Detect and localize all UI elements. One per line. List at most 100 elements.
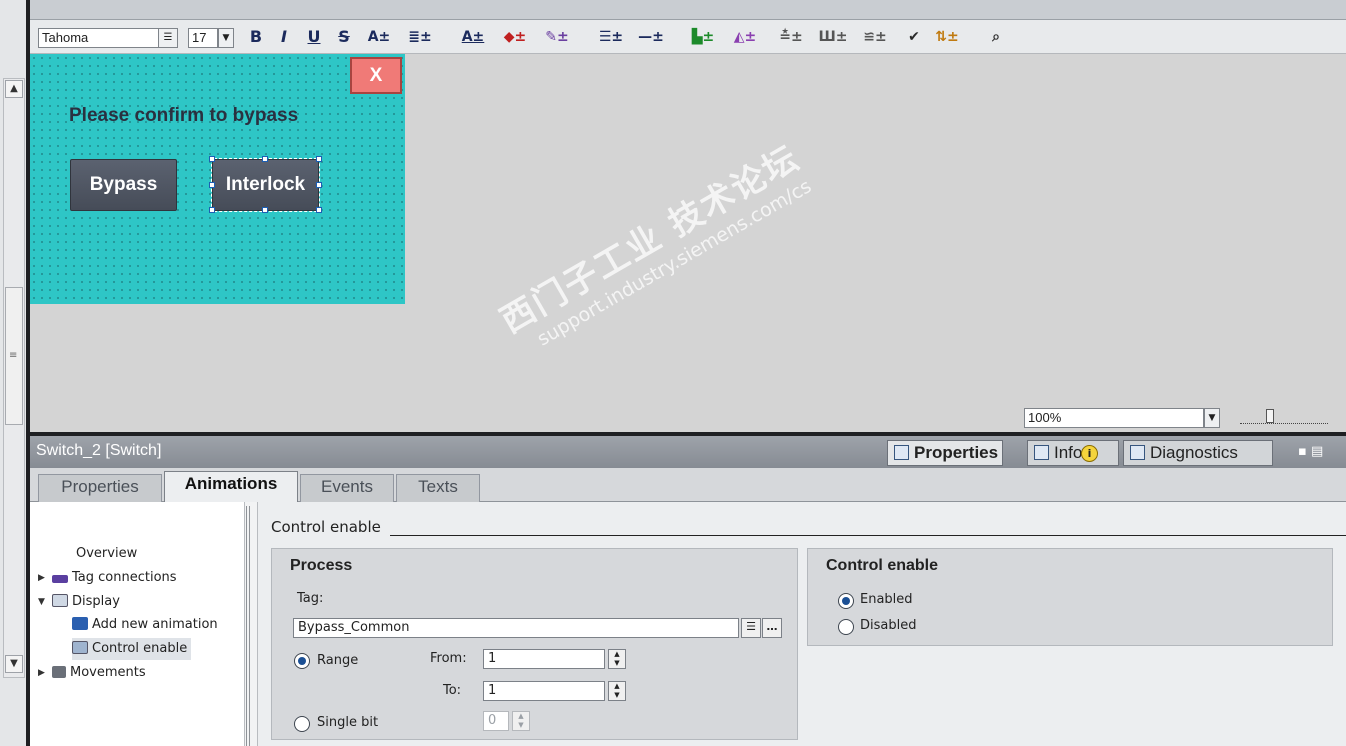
format-toolbar: Tahoma ☰ 17 ▼ B I U S A± ≣± A± ◆± ✎± ☰± …	[30, 20, 1346, 54]
tag-list-icon[interactable]: ☰	[741, 618, 761, 638]
tab-properties-main[interactable]: Properties	[887, 440, 1003, 466]
tree-item-control-enable[interactable]: Control enable	[72, 638, 192, 660]
underline-button[interactable]: U	[306, 25, 322, 49]
expand-arrow-icon[interactable]: ▶	[38, 573, 45, 583]
selection-handle[interactable]	[209, 182, 215, 188]
italic-button[interactable]: I	[276, 25, 292, 49]
inspector-content: Overview ▶ Tag connections ▼ Display Add…	[30, 502, 1346, 746]
to-input[interactable]: 1	[483, 681, 605, 701]
interlock-button[interactable]: Interlock	[211, 158, 320, 212]
add-animation-icon	[72, 617, 88, 630]
process-panel: Process Tag: Bypass_Common ☰ … Range Fro…	[271, 548, 798, 740]
selection-handle[interactable]	[316, 182, 322, 188]
chevron-down-icon[interactable]: ▼	[218, 28, 234, 48]
zoom-select[interactable]: 100%	[1024, 408, 1204, 428]
chevron-down-icon[interactable]: ▼	[1204, 408, 1220, 428]
control-enable-icon	[72, 641, 88, 654]
zoom-slider[interactable]	[1240, 414, 1328, 424]
same-size-icon[interactable]: ≌±	[858, 25, 892, 49]
tag-connection-icon	[52, 575, 68, 583]
rotate-icon[interactable]: ◭±	[728, 25, 762, 49]
selection-handle[interactable]	[209, 207, 215, 213]
zoom-icon[interactable]: ⌕	[986, 25, 1006, 49]
splitter-line	[246, 506, 250, 746]
font-color-icon[interactable]: A±	[456, 25, 490, 49]
to-spinner-icon[interactable]: ▲ ▼	[608, 681, 626, 701]
scroll-down-icon[interactable]: ▼	[5, 655, 23, 673]
layers-icon[interactable]: ⇅±	[930, 25, 964, 49]
tag-browse-button[interactable]: …	[762, 618, 782, 638]
tab-diagnostics[interactable]: Diagnostics	[1123, 440, 1273, 466]
grip-icon: ≡	[9, 350, 18, 361]
bold-button[interactable]: B	[248, 25, 264, 49]
window-controls-icon[interactable]: ▪ ▤	[1298, 444, 1323, 459]
tree-item-tag-connections[interactable]: Tag connections	[52, 567, 177, 589]
info-icon	[1034, 445, 1049, 460]
section-rule	[390, 535, 1346, 536]
range-label: Range	[317, 653, 359, 668]
selection-handle[interactable]	[262, 207, 268, 213]
display-icon	[52, 594, 68, 607]
tab-animations[interactable]: Animations	[164, 471, 298, 503]
from-input[interactable]: 1	[483, 649, 605, 669]
distribute-icon[interactable]: Ш±	[816, 25, 850, 49]
bypass-button[interactable]: Bypass	[70, 159, 177, 211]
selection-handle[interactable]	[209, 156, 215, 162]
font-list-icon[interactable]: ☰	[158, 28, 178, 48]
format-painter-icon[interactable]: ✔	[904, 25, 924, 49]
collapse-arrow-icon[interactable]: ▼	[38, 597, 45, 607]
single-bit-radio[interactable]	[294, 716, 310, 732]
fill-color-icon[interactable]: ◆±	[498, 25, 532, 49]
font-size-select[interactable]: 17	[188, 28, 218, 48]
line-width-icon[interactable]: ☰±	[594, 25, 628, 49]
close-button[interactable]: X	[350, 57, 402, 94]
expand-arrow-icon[interactable]: ▶	[38, 668, 45, 678]
line-color-icon[interactable]: ✎±	[540, 25, 574, 49]
inspector-subtabs: Properties Animations Events Texts	[30, 468, 1346, 503]
disabled-radio[interactable]	[838, 619, 854, 635]
selection-handle[interactable]	[262, 156, 268, 162]
bit-spinner-icon[interactable]: ▲ ▼	[512, 711, 530, 731]
align-icon[interactable]: ≛±	[774, 25, 808, 49]
tree-item-movements[interactable]: Movements	[52, 662, 146, 684]
range-radio[interactable]	[294, 653, 310, 669]
control-enable-panel: Control enable Enabled Disabled	[807, 548, 1333, 646]
arrange-icon[interactable]: ▙±	[686, 25, 720, 49]
inspector-header: Switch_2 [Switch] Properties Info Diagno…	[30, 436, 1346, 468]
single-bit-label: Single bit	[317, 715, 379, 730]
from-spinner-icon[interactable]: ▲ ▼	[608, 649, 626, 669]
bit-input[interactable]: 0	[483, 711, 509, 731]
animation-tree: Overview ▶ Tag connections ▼ Display Add…	[30, 502, 244, 746]
movements-icon	[52, 666, 66, 678]
tab-texts[interactable]: Texts	[396, 474, 480, 502]
selection-handle[interactable]	[316, 156, 322, 162]
font-family-select[interactable]: Tahoma	[38, 28, 178, 48]
prompt-text: Please confirm to bypass	[69, 105, 299, 126]
to-label: To:	[443, 683, 462, 698]
tab-properties[interactable]: Properties	[38, 474, 162, 502]
left-scrollbar[interactable]: ▲ ≡ ▼	[3, 78, 25, 678]
tag-input[interactable]: Bypass_Common	[293, 618, 739, 638]
tree-item-add-animation[interactable]: Add new animation	[72, 614, 218, 636]
screen-canvas: X Please confirm to bypass Bypass Interl…	[30, 54, 1346, 432]
tag-label: Tag:	[297, 591, 324, 606]
font-grow-icon[interactable]: A±	[362, 25, 396, 49]
selection-handle[interactable]	[316, 207, 322, 213]
properties-icon	[894, 445, 909, 460]
line-style-icon[interactable]: —±	[634, 25, 668, 49]
enabled-label: Enabled	[860, 592, 913, 607]
strikethrough-button[interactable]: S	[336, 25, 352, 49]
tab-info[interactable]: Info	[1027, 440, 1119, 466]
scroll-thumb[interactable]: ≡	[5, 287, 23, 425]
text-align-icon[interactable]: ≣±	[402, 25, 438, 49]
tab-events[interactable]: Events	[300, 474, 394, 502]
tree-item-overview[interactable]: Overview	[76, 543, 137, 565]
scroll-up-icon[interactable]: ▲	[5, 80, 23, 98]
zoom-slider-thumb[interactable]	[1266, 409, 1274, 423]
top-strip	[30, 0, 1346, 20]
diagnostics-icon	[1130, 445, 1145, 460]
enabled-radio[interactable]	[838, 593, 854, 609]
tree-item-display[interactable]: Display	[52, 591, 120, 613]
hmi-popup-screen: X Please confirm to bypass Bypass Interl…	[30, 54, 405, 304]
inspector-title: Switch_2 [Switch]	[36, 442, 162, 459]
